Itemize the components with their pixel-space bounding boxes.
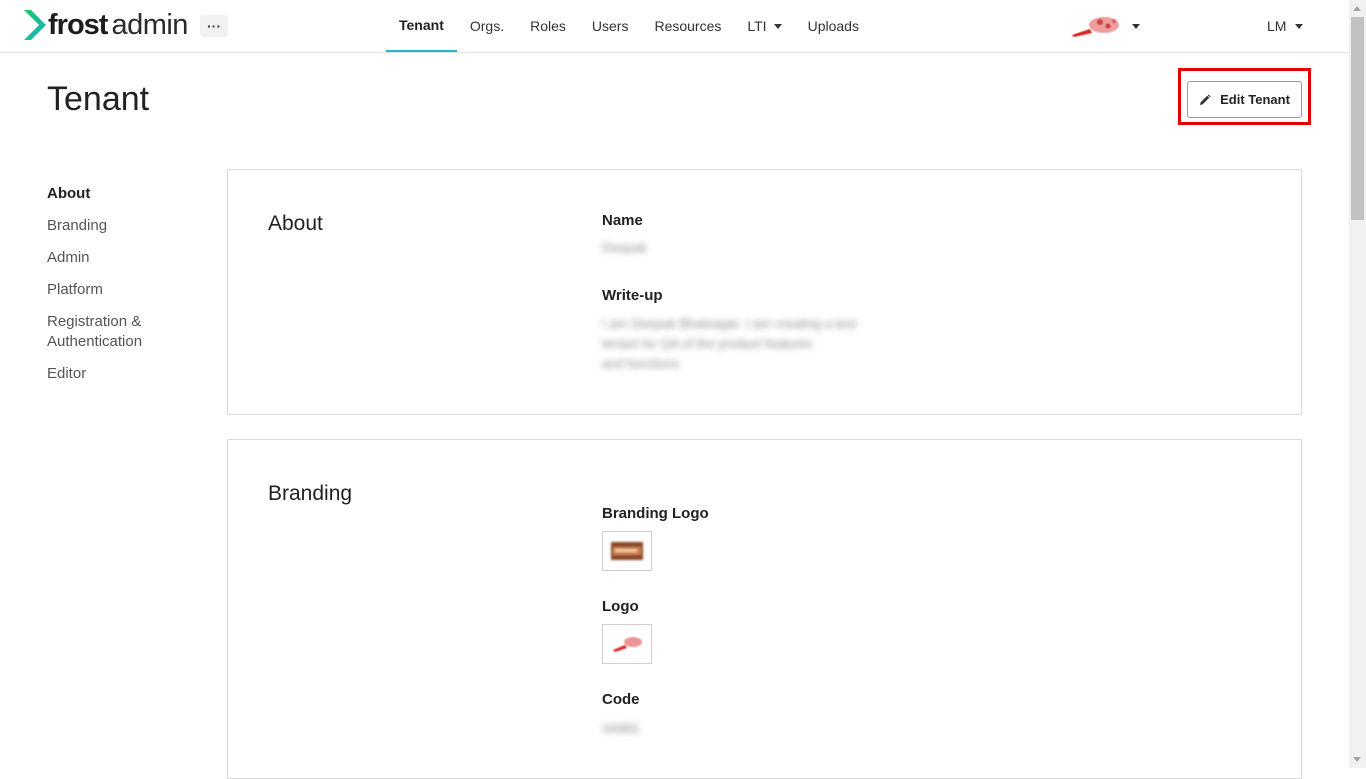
scroll-down-arrow-icon[interactable] [1353,757,1361,762]
tab-tenant[interactable]: Tenant [386,0,457,52]
writeup-line-2: tenant for QA of the product features [602,336,813,351]
code-label: Code [602,691,640,708]
chevron-down-icon [1295,23,1304,29]
name-field-label: Name [602,212,643,229]
sidenav-item-platform[interactable]: Platform [47,280,207,300]
name-field-value: Deepak [602,240,647,255]
tenant-logo-image [1072,17,1119,37]
branding-logo-image [611,542,643,560]
logo-image [613,637,642,652]
main-nav: Tenant Orgs. Roles Users Resources LTI U… [386,0,872,52]
tab-roles[interactable]: Roles [517,0,579,52]
brand-logo[interactable]: frost admin [22,8,188,42]
brand-name-admin: admin [111,8,188,41]
writeup-field-label: Write-up [602,287,663,304]
sidenav-item-about[interactable]: About [47,184,207,204]
tab-lti[interactable]: LTI [734,0,794,52]
user-initials: LM [1267,18,1287,34]
code-value: 34983 [602,721,639,736]
edit-tenant-button[interactable]: Edit Tenant [1187,81,1302,118]
branding-card: Branding Branding Logo Logo Code 34983 [227,439,1302,779]
branding-logo-label: Branding Logo [602,505,709,522]
branding-logo-thumbnail[interactable] [602,531,652,571]
brand-name-frost: frost [48,8,108,41]
sidenav-item-admin[interactable]: Admin [47,248,207,268]
ellipsis-icon: ··· [207,18,221,34]
chevron-down-icon [773,23,782,29]
pencil-icon [1200,93,1211,105]
scroll-up-arrow-icon[interactable] [1353,6,1361,11]
scrollbar-thumb[interactable] [1351,17,1364,220]
brand-chevron-icon [24,10,46,40]
writeup-line-3: and functions [602,356,680,371]
chevron-down-icon [1132,23,1140,29]
top-navbar: frost admin ··· Tenant Orgs. Roles Users… [0,0,1349,53]
sidenav-item-branding[interactable]: Branding [47,216,207,236]
page-scrollbar[interactable] [1349,0,1366,768]
branding-section-title: Branding [268,482,353,505]
logo-label: Logo [602,598,639,615]
tab-resources[interactable]: Resources [641,0,734,52]
sidenav-item-editor[interactable]: Editor [47,364,207,384]
more-menu-button[interactable]: ··· [200,15,228,37]
tab-uploads[interactable]: Uploads [795,0,872,52]
page-title: Tenant [47,80,150,118]
section-sidenav: About Branding Admin Platform Registrati… [47,184,207,396]
writeup-line-1: I am Deepak Bhatnagar. I am creating a t… [602,316,857,331]
about-card: About Name Deepak Write-up I am Deepak B… [227,169,1302,415]
sidenav-item-registration-authentication[interactable]: Registration & Authentication [47,312,167,352]
tab-users[interactable]: Users [579,0,642,52]
user-menu[interactable]: LM [1267,16,1304,36]
logo-thumbnail[interactable] [602,624,652,664]
about-section-title: About [268,212,323,235]
tenant-logo-menu[interactable] [1070,12,1140,40]
tab-orgs[interactable]: Orgs. [457,0,517,52]
